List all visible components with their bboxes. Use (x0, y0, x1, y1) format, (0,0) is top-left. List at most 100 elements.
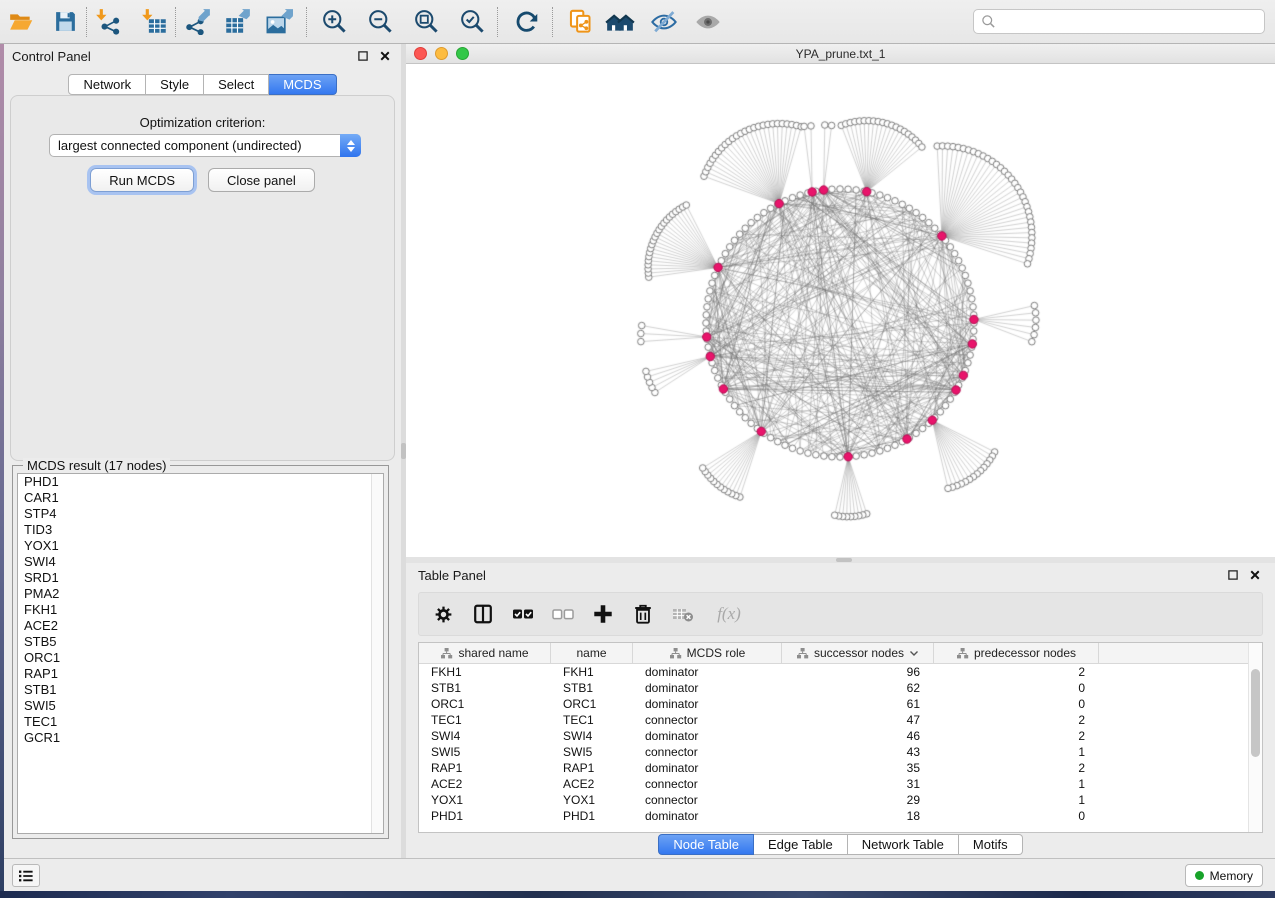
tab-select[interactable]: Select (204, 74, 269, 95)
mcds-result-frame: MCDS result (17 nodes) PHD1CAR1STP4TID3Y… (12, 465, 389, 839)
table-row[interactable]: YOX1YOX1connector291 (419, 792, 1262, 808)
first-neighbors-button[interactable] (605, 7, 635, 37)
mcds-result-item[interactable]: SWI5 (18, 698, 383, 714)
table-row[interactable]: ACE2ACE2connector311 (419, 776, 1262, 792)
plus-icon (592, 603, 614, 625)
column-header-successor-nodes[interactable]: successor nodes (782, 643, 934, 663)
cell: ACE2 (551, 777, 633, 791)
add-column-button[interactable] (591, 602, 615, 626)
zoom-in-button[interactable] (319, 7, 349, 37)
refresh-button[interactable] (512, 7, 542, 37)
function-builder-button[interactable]: f(x) (711, 602, 747, 626)
run-mcds-button[interactable]: Run MCDS (90, 168, 194, 192)
tab-edge-table[interactable]: Edge Table (754, 834, 848, 855)
network-window-titlebar[interactable]: YPA_prune.txt_1 (406, 44, 1275, 64)
network-graph-canvas[interactable] (406, 64, 1275, 557)
delete-column-button[interactable] (631, 602, 655, 626)
cell: PHD1 (419, 809, 551, 823)
result-list-scrollbar[interactable] (371, 474, 383, 833)
desktop-wallpaper-bottom (0, 891, 1275, 898)
mcds-result-item[interactable]: GCR1 (18, 730, 383, 746)
mcds-result-item[interactable]: SWI4 (18, 554, 383, 570)
tab-motifs[interactable]: Motifs (959, 834, 1023, 855)
column-header-shared-name[interactable]: shared name (419, 643, 551, 663)
table-row[interactable]: SWI4SWI4dominator462 (419, 728, 1262, 744)
close-panel-button[interactable] (377, 48, 393, 64)
column-header-predecessor-nodes[interactable]: predecessor nodes (934, 643, 1099, 663)
show-columns-button[interactable] (471, 602, 495, 626)
show-panels-menu-button[interactable] (12, 864, 40, 887)
divider-handle[interactable] (836, 558, 852, 562)
mcds-result-item[interactable]: RAP1 (18, 666, 383, 682)
table-body: FKH1FKH1dominator962STB1STB1dominator620… (419, 664, 1262, 824)
zoom-out-button[interactable] (365, 7, 395, 37)
column-header-name[interactable]: name (551, 643, 633, 663)
table-row[interactable]: STB1STB1dominator620 (419, 680, 1262, 696)
copy-style-button[interactable] (565, 7, 595, 37)
export-network-button[interactable] (182, 7, 212, 37)
tab-network-table[interactable]: Network Table (848, 834, 959, 855)
open-file-button[interactable] (6, 7, 36, 37)
tab-network[interactable]: Network (68, 74, 146, 95)
cell: connector (633, 745, 782, 759)
table-row[interactable]: ORC1ORC1dominator610 (419, 696, 1262, 712)
mcds-tab-content: Optimization criterion: largest connecte… (10, 95, 395, 461)
zoom-in-icon (321, 8, 348, 35)
delete-table-button[interactable] (671, 602, 695, 626)
export-image-icon (265, 8, 293, 36)
export-image-button[interactable] (264, 7, 294, 37)
memory-button[interactable]: Memory (1185, 864, 1263, 887)
attribute-icon (956, 647, 969, 660)
column-header-MCDS-role[interactable]: MCDS role (633, 643, 782, 663)
close-panel-action-button[interactable]: Close panel (208, 168, 315, 192)
hide-selected-button[interactable] (649, 7, 679, 37)
table-row[interactable]: TEC1TEC1connector472 (419, 712, 1262, 728)
scrollbar-thumb[interactable] (1251, 669, 1260, 757)
select-all-icon (511, 602, 535, 626)
table-row[interactable]: RAP1RAP1dominator352 (419, 760, 1262, 776)
zoom-selected-button[interactable] (457, 7, 487, 37)
cell: 0 (934, 809, 1099, 823)
search-input[interactable] (996, 14, 1257, 29)
mcds-result-item[interactable]: ORC1 (18, 650, 383, 666)
mcds-result-item[interactable]: ACE2 (18, 618, 383, 634)
mcds-result-item[interactable]: STB5 (18, 634, 383, 650)
mcds-result-item[interactable]: PHD1 (18, 474, 383, 490)
import-table-button[interactable] (139, 7, 169, 37)
tab-mcds[interactable]: MCDS (269, 74, 336, 95)
network-window-title: YPA_prune.txt_1 (406, 47, 1275, 61)
cell: 0 (934, 697, 1099, 711)
tab-node-table[interactable]: Node Table (658, 834, 754, 855)
search-box[interactable] (973, 9, 1265, 34)
table-row[interactable]: SWI5SWI5connector431 (419, 744, 1262, 760)
float-panel-button[interactable] (1225, 567, 1241, 583)
close-panel-button[interactable] (1247, 567, 1263, 583)
show-all-button[interactable] (693, 7, 723, 37)
import-network-button[interactable] (93, 7, 123, 37)
mcds-result-item[interactable]: SRD1 (18, 570, 383, 586)
table-row[interactable]: PHD1PHD1dominator180 (419, 808, 1262, 824)
select-all-button[interactable] (511, 602, 535, 626)
export-table-button[interactable] (222, 7, 252, 37)
table-row[interactable]: FKH1FKH1dominator962 (419, 664, 1262, 680)
table-panel-header: Table Panel (406, 563, 1275, 587)
mcds-result-item[interactable]: PMA2 (18, 586, 383, 602)
table-scrollbar[interactable] (1248, 643, 1262, 832)
mcds-result-item[interactable]: TEC1 (18, 714, 383, 730)
tab-style[interactable]: Style (146, 74, 204, 95)
mcds-result-item[interactable]: CAR1 (18, 490, 383, 506)
mcds-result-item[interactable]: FKH1 (18, 602, 383, 618)
table-header-row: shared namenameMCDS rolesuccessor nodesp… (419, 643, 1262, 664)
zoom-fit-button[interactable] (411, 7, 441, 37)
show-eye-icon (694, 8, 722, 36)
float-panel-button[interactable] (355, 48, 371, 64)
mcds-result-item[interactable]: YOX1 (18, 538, 383, 554)
mcds-result-item[interactable]: STP4 (18, 506, 383, 522)
cell: 2 (934, 761, 1099, 775)
table-settings-button[interactable] (431, 602, 455, 626)
mcds-result-item[interactable]: STB1 (18, 682, 383, 698)
save-session-button[interactable] (50, 7, 80, 37)
deselect-all-button[interactable] (551, 602, 575, 626)
mcds-result-item[interactable]: TID3 (18, 522, 383, 538)
optimization-criterion-select[interactable]: largest connected component (undirected) (49, 134, 361, 157)
